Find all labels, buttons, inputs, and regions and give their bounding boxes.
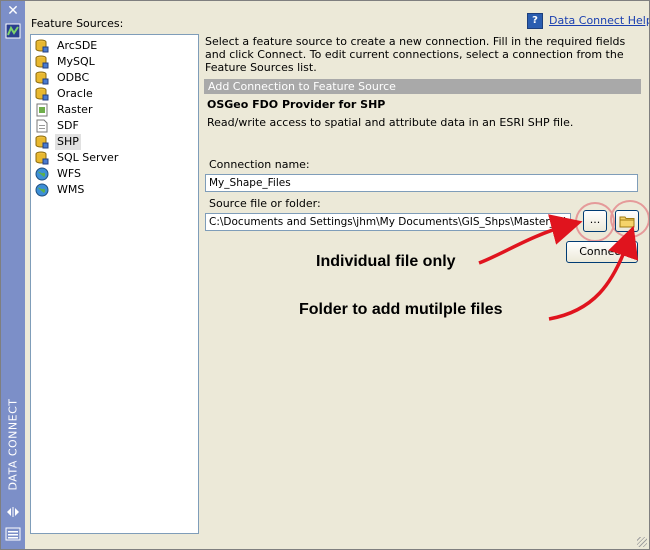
file-arrow xyxy=(478,214,583,265)
folder-note: Folder to add mutilple files xyxy=(299,301,503,318)
data-connect-palette: ✕ DATA CONNECT Feature Sources: ArcSDE My… xyxy=(0,0,650,550)
resize-grip[interactable] xyxy=(637,537,647,547)
annotation-arrows xyxy=(478,214,639,321)
folder-arrow xyxy=(548,225,639,321)
individual-file-note: Individual file only xyxy=(316,253,456,270)
